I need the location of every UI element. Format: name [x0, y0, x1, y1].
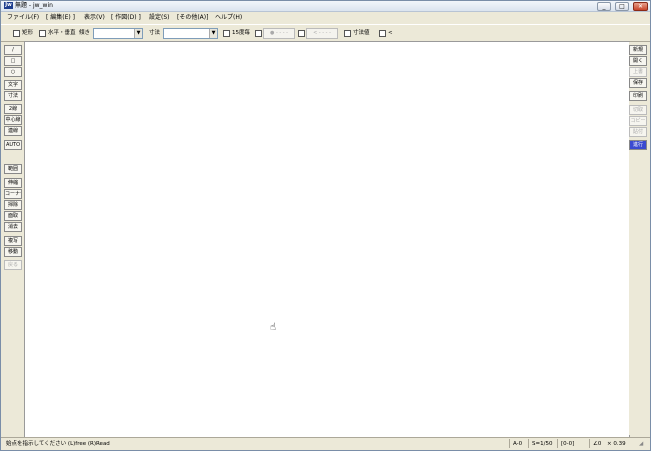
rect-label: 矩形: [22, 30, 34, 36]
minimize-button[interactable]: _: [597, 2, 611, 11]
window-title: 無題 - jw_win: [15, 2, 53, 9]
new-button[interactable]: 新規: [629, 45, 647, 55]
dim-combo[interactable]: ▼: [163, 28, 218, 39]
tool-text[interactable]: 文字: [4, 80, 22, 90]
menu-help[interactable]: ヘルプ(H): [215, 14, 242, 22]
angle-combo[interactable]: ▼: [93, 28, 143, 39]
tool-trim[interactable]: 掃除: [4, 200, 22, 210]
chevron-down-icon: ▼: [209, 29, 217, 38]
cut-button[interactable]: 切取: [629, 105, 647, 115]
tool-auto[interactable]: AUTO: [4, 140, 22, 150]
lt-label: <: [388, 30, 393, 36]
tool-move[interactable]: 移動: [4, 247, 22, 257]
tool-range[interactable]: 範囲: [4, 164, 22, 174]
overwrite-button[interactable]: 上書: [629, 67, 647, 77]
tool-copy[interactable]: 複写: [4, 236, 22, 246]
open-button[interactable]: 開く: [629, 56, 647, 66]
status-separator: [509, 439, 510, 448]
status-message: 始点を指示してください (L)free (R)Read: [6, 441, 110, 447]
tool-circle[interactable]: ○: [4, 67, 22, 77]
layer-indicator[interactable]: A-0: [513, 440, 522, 448]
left-toolbox: / □ ○ 文字 寸法 2線 中心線 連線 AUTO 範囲 伸縮 コーナー 掃除…: [4, 42, 22, 435]
rect-checkbox[interactable]: [13, 30, 20, 37]
group-indicator[interactable]: [0-0]: [561, 440, 574, 448]
hv-checkbox[interactable]: [39, 30, 46, 37]
drawing-canvas[interactable]: ☝: [24, 41, 630, 438]
close-button[interactable]: ✕: [633, 2, 648, 11]
status-separator: [589, 439, 590, 448]
hand-cursor-icon: ☝: [270, 322, 277, 333]
tool-rect[interactable]: □: [4, 56, 22, 66]
tool-corner[interactable]: コーナー: [4, 189, 22, 199]
maximize-button[interactable]: □: [615, 2, 629, 11]
menu-other[interactable]: [その他(A)]: [177, 14, 208, 22]
menu-view[interactable]: 表示(V): [84, 14, 105, 22]
paste-button[interactable]: 貼付: [629, 127, 647, 137]
angle-label: 傾き: [79, 30, 91, 36]
disabled-field-2: < - - - -: [306, 28, 338, 39]
chevron-down-icon: ▼: [134, 29, 142, 38]
copy-button[interactable]: コピー: [629, 116, 647, 126]
deg15-checkbox[interactable]: [223, 30, 230, 37]
titlebar: Jw 無題 - jw_win _ □ ✕: [1, 1, 650, 12]
option-checkbox-1[interactable]: [255, 30, 262, 37]
tool-center-line[interactable]: 中心線: [4, 115, 22, 125]
scale-indicator[interactable]: S=1/50: [532, 440, 552, 448]
resize-grip-icon[interactable]: ◢: [639, 440, 643, 448]
dim-label: 寸法: [149, 30, 161, 36]
hv-label: 水平・垂直: [48, 30, 76, 36]
tool-dim[interactable]: 寸法: [4, 91, 22, 101]
tool-erase[interactable]: 消去: [4, 222, 22, 232]
status-separator: [557, 439, 558, 448]
drawing-toolbar: 矩形 水平・垂直 傾き ▼ 寸法 ▼ 15度毎 ● - - - - < - - …: [1, 24, 650, 42]
dimval-label: 寸法値: [353, 30, 370, 36]
app-window: Jw 無題 - jw_win _ □ ✕ ファイル(F) [ 編集(E) ] 表…: [0, 0, 651, 451]
deg15-label: 15度毎: [232, 30, 250, 36]
right-toolbox: 新規 開く 上書 保存 印刷 切取 コピー 貼付 進行: [629, 42, 647, 435]
status-separator: [528, 439, 529, 448]
tool-continuous[interactable]: 連線: [4, 126, 22, 136]
menu-edit[interactable]: [ 編集(E) ]: [46, 14, 75, 22]
tool-double-line[interactable]: 2線: [4, 104, 22, 114]
print-button[interactable]: 印刷: [629, 91, 647, 101]
tool-extend[interactable]: 伸縮: [4, 178, 22, 188]
menu-bar: ファイル(F) [ 編集(E) ] 表示(V) [ 作図(D) ] 設定(S) …: [1, 12, 650, 23]
menu-settings[interactable]: 設定(S): [149, 14, 170, 22]
status-bar: 始点を指示してください (L)free (R)Read A-0 S=1/50 […: [1, 437, 650, 450]
tool-line[interactable]: /: [4, 45, 22, 55]
tool-chamfer[interactable]: 面取: [4, 211, 22, 221]
app-icon: Jw: [4, 2, 13, 9]
angle-indicator[interactable]: ∠0: [593, 440, 601, 448]
disabled-field-1: ● - - - -: [263, 28, 295, 39]
save-button[interactable]: 保存: [629, 78, 647, 88]
progress-button[interactable]: 進行: [629, 140, 647, 150]
lt-checkbox[interactable]: [379, 30, 386, 37]
menu-file[interactable]: ファイル(F): [7, 14, 39, 22]
zoom-indicator[interactable]: × 0.39: [607, 440, 626, 448]
option-checkbox-2[interactable]: [298, 30, 305, 37]
tool-undo[interactable]: 戻る: [4, 260, 22, 270]
dimval-checkbox[interactable]: [344, 30, 351, 37]
menu-draw[interactable]: [ 作図(D) ]: [111, 14, 141, 22]
